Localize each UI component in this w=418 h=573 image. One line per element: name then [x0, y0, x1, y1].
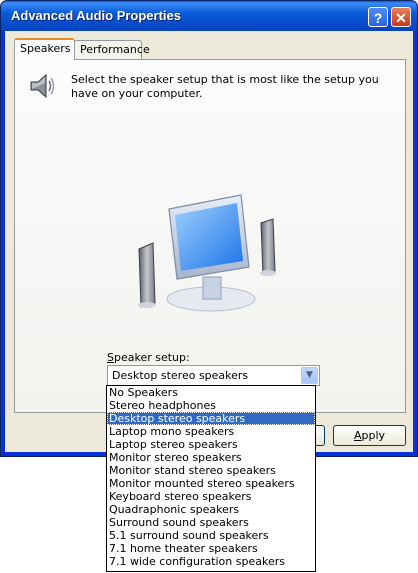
dropdown-option[interactable]: Keyboard stereo speakers — [107, 490, 315, 503]
dropdown-option[interactable]: Laptop mono speakers — [107, 425, 315, 438]
speaker-setup-value: Desktop stereo speakers — [112, 369, 249, 382]
speaker-description: Select the speaker setup that is most li… — [71, 73, 379, 100]
dropdown-option[interactable]: 7.1 home theater speakers — [107, 542, 315, 555]
dropdown-option[interactable]: 7.1 wide configuration speakers — [107, 555, 315, 568]
speaker-icon — [30, 73, 55, 99]
title-bar[interactable]: Advanced Audio Properties ? ✕ — [1, 1, 417, 31]
dropdown-option[interactable]: Laptop stereo speakers — [107, 438, 315, 451]
close-button[interactable]: ✕ — [391, 7, 411, 27]
speaker-setup-dropdown-list[interactable]: No Speakers Stereo headphones Desktop st… — [106, 385, 316, 572]
dropdown-option[interactable]: Quadraphonic speakers — [107, 503, 315, 516]
dropdown-option[interactable]: Surround sound speakers — [107, 516, 315, 529]
dropdown-option[interactable]: Monitor stand stereo speakers — [107, 464, 315, 477]
dropdown-option[interactable]: 5.1 surround sound speakers — [107, 529, 315, 542]
dropdown-option[interactable]: Stereo headphones — [107, 399, 315, 412]
dropdown-option-selected[interactable]: Desktop stereo speakers — [107, 412, 315, 425]
dropdown-option[interactable]: Monitor stereo speakers — [107, 451, 315, 464]
help-button[interactable]: ? — [368, 7, 388, 27]
desktop-speakers-illustration — [138, 194, 276, 312]
dropdown-option[interactable]: Monitor mounted stereo speakers — [107, 477, 315, 490]
window-title: Advanced Audio Properties — [11, 8, 181, 23]
dropdown-option[interactable]: No Speakers — [107, 386, 315, 399]
tab-speakers[interactable]: Speakers — [14, 38, 75, 60]
tab-performance[interactable]: Performance — [74, 40, 150, 59]
apply-button[interactable]: Apply — [333, 425, 406, 446]
speaker-setup-select[interactable]: Desktop stereo speakers ▼ — [107, 365, 320, 386]
chevron-down-icon[interactable]: ▼ — [301, 367, 318, 384]
speaker-setup-label: Speaker setup: — [107, 351, 190, 364]
